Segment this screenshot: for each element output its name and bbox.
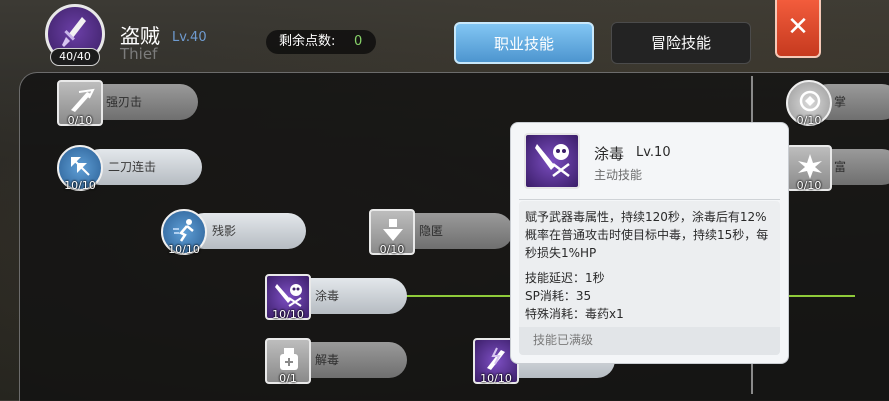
grab-hand-icon (799, 90, 821, 112)
dagger-icon (62, 17, 86, 47)
skill-name: 涂毒 (315, 289, 340, 303)
tooltip-skill-type: 主动技能 (594, 168, 643, 182)
skill-level-count: 0/1 (279, 372, 297, 385)
skill-icon-double-attack[interactable]: 10/10 (57, 145, 103, 192)
job-points: 40/40 (50, 48, 100, 66)
skill-icon-hiding[interactable]: 0/10 (369, 209, 415, 256)
lightning-blade-icon (487, 347, 505, 370)
double-arrow-icon (71, 157, 90, 176)
skill-level-count: 0/10 (379, 243, 405, 256)
tooltip-body: 赋予武器毒属性，持续120秒，涂毒后有12%概率在普通攻击时使目标中毒，持续15… (519, 201, 780, 355)
remaining-points-value: 0 (354, 34, 363, 49)
antidote-bottle-icon (280, 348, 298, 370)
tooltip-skill-icon (524, 133, 580, 189)
poison-dagger-icon (275, 284, 302, 307)
skill-level-count: 10/10 (64, 179, 96, 192)
skill-icon-afterimage[interactable]: 10/10 (161, 209, 207, 256)
tooltip-footer: 技能已满级 (519, 327, 780, 355)
skill-name: 隐匿 (419, 224, 444, 238)
tooltip-skill-level: Lv.10 (636, 145, 671, 160)
remaining-points-label: 剩余点数: (279, 34, 336, 49)
skill-name: 掌 (834, 95, 847, 109)
skill-icon-steal[interactable]: 0/10 (786, 80, 832, 127)
class-english-name: Thief (120, 45, 158, 63)
tooltip-skill-name: 涂毒 (594, 145, 625, 163)
poison-dagger-icon (535, 144, 570, 177)
running-figure-icon (173, 219, 194, 242)
tooltip-stat-sp-cost: SP消耗：35 (525, 289, 592, 303)
skill-level-count: 0/10 (796, 114, 822, 127)
skill-level-count: 0/10 (796, 179, 822, 192)
tooltip-stat-special-cost: 特殊消耗：毒药x1 (525, 307, 624, 321)
skill-level-count: 10/10 (272, 308, 304, 321)
skill-name: 强刃击 (106, 95, 143, 109)
tab-job-skills[interactable]: 职业技能 (454, 22, 594, 64)
close-button[interactable]: ✕ (775, 0, 821, 58)
skill-name: 富 (834, 160, 847, 174)
tooltip-divider (519, 199, 780, 200)
skill-icon-strong-blade[interactable]: 0/10 (57, 80, 103, 127)
skill-level-count: 10/10 (480, 372, 512, 385)
skill-name: 残影 (212, 224, 237, 238)
skill-icon-envenom[interactable]: 10/10 (265, 274, 311, 321)
skill-level-count: 10/10 (168, 243, 200, 256)
skill-icon-detoxify[interactable]: 0/1 (265, 338, 311, 385)
remaining-points: 剩余点数: 0 (266, 30, 376, 54)
tooltip-stat-delay: 技能延迟：1秒 (525, 271, 605, 285)
blade-strike-icon (71, 88, 95, 112)
tooltip-description: 赋予武器毒属性，持续120秒，涂毒后有12%概率在普通攻击时使目标中毒，持续15… (525, 210, 769, 260)
skill-icon-gold-grab[interactable]: 0/10 (786, 145, 832, 192)
skill-level-count: 0/10 (67, 114, 93, 127)
tooltip-max-level-text: 技能已满级 (533, 333, 594, 347)
skill-name: 解毒 (315, 353, 340, 367)
hiding-figure-icon (383, 219, 403, 241)
skill-tooltip: 涂毒 Lv.10 主动技能 赋予武器毒属性，持续120秒，涂毒后有12%概率在普… (510, 122, 789, 364)
skill-name: 二刀连击 (108, 160, 157, 174)
tab-adventure-skills[interactable]: 冒险技能 (611, 22, 751, 64)
burst-icon (798, 154, 822, 179)
close-icon: ✕ (787, 12, 809, 42)
class-level: Lv.40 (172, 30, 207, 45)
